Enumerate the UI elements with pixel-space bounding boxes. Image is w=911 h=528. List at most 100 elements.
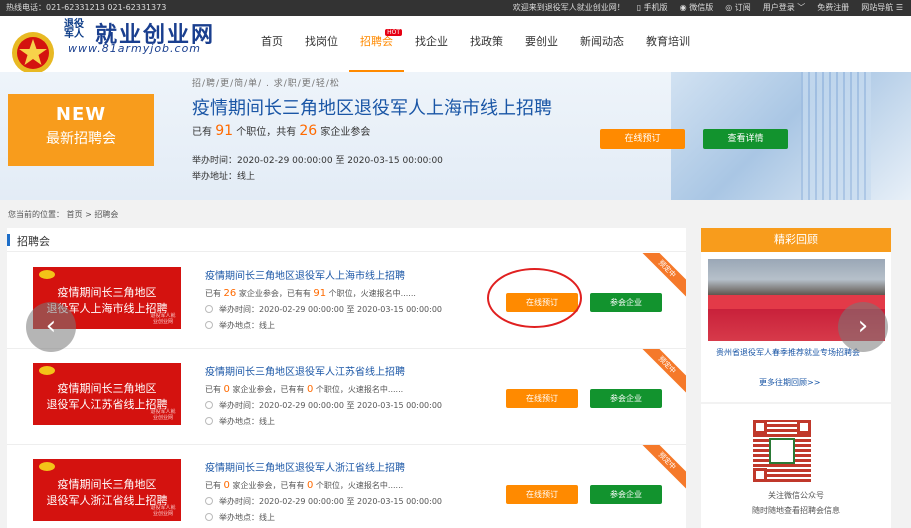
subscribe-link[interactable]: ◎ 订阅: [725, 0, 751, 16]
fair-stats-p1: 已有: [205, 385, 224, 394]
fair-info: 已有 26 家企业参会，已有有 91 个职位，火速报名中...... 举办时间：…: [205, 286, 442, 334]
nav-job-fairs-label: 招聘会: [360, 35, 393, 48]
thumb-logo-icon: [39, 366, 55, 375]
fair-time: 举办时间：2020-02-29 00:00:00 至 2020-03-15 00…: [219, 305, 443, 314]
new-fair-badge: NEW 最新招聘会: [8, 94, 154, 166]
location-icon: [205, 417, 213, 425]
new-sub-label: 最新招聘会: [46, 131, 116, 147]
wechat-link[interactable]: ◉ 微信版: [680, 0, 714, 16]
fair-time-row: 举办时间：2020-02-29 00:00:00 至 2020-03-15 00…: [205, 494, 442, 510]
fair-addr-row: 举办地点：线上: [205, 510, 442, 526]
top-links: 欢迎来到退役军人就业创业网！ ▯ 手机版 ◉ 微信版 ◎ 订阅 用户登录 ﹀ 免…: [513, 0, 903, 16]
more-reviews-link[interactable]: 更多往期回顾>>: [759, 377, 820, 388]
fair-addr: 举办地点：线上: [219, 513, 275, 522]
banner-book-button[interactable]: 在线预订: [600, 129, 685, 149]
nav-item-policies[interactable]: 找政策: [459, 16, 514, 72]
welcome-text: 欢迎来到退役军人就业创业网！: [512, 3, 625, 12]
logo-url: www.81armyjob.com: [68, 42, 202, 55]
banner-detail-button[interactable]: 查看详情: [703, 129, 788, 149]
qr-corner: [797, 420, 811, 434]
book-button[interactable]: 在线预订: [506, 485, 578, 504]
hotline-text: 热线电话：021-62331213 021-62331373: [6, 3, 167, 12]
banner-positions: 91: [215, 123, 234, 139]
qr-corner: [753, 468, 767, 482]
fair-stats-p3: 个职位，火速报名中......: [313, 481, 404, 490]
site-nav-link[interactable]: 网站导航 ☰: [861, 0, 903, 16]
clock-icon: [205, 401, 213, 409]
location-icon: [205, 321, 213, 329]
fair-title[interactable]: 疫情期间长三角地区退役军人浙江省线上招聘: [205, 459, 405, 474]
carousel-next-arrow-icon[interactable]: ›: [838, 302, 888, 352]
fair-item: 疫情期间长三角地区 退役军人浙江省线上招聘 退役军人就业创业网 疫情期间长三角地…: [7, 445, 686, 528]
menu-icon: ☰: [895, 3, 903, 12]
thumb-watermark: 退役军人就业创业网: [150, 313, 176, 325]
fair-title[interactable]: 疫情期间长三角地区退役军人江苏省线上招聘: [205, 363, 405, 378]
fair-company-count: 26: [223, 288, 237, 299]
main-nav: 首页 找岗位 招聘会 HOT 找企业 找政策 要创业 新闻动态 教育培训: [250, 16, 701, 72]
fair-time: 举办时间：2020-02-29 00:00:00 至 2020-03-15 00…: [219, 401, 443, 410]
fair-stats: 已有 0 家企业参会，已有有 0 个职位，火速报名中......: [205, 382, 442, 398]
nav-item-home[interactable]: 首页: [250, 16, 294, 72]
section-accent-bar: [7, 234, 10, 246]
star-emblem-logo[interactable]: [8, 30, 58, 76]
qr-text-follow: 关注微信公众号: [768, 491, 824, 500]
fair-position-count: 91: [313, 288, 327, 299]
nav-item-startup[interactable]: 要创业: [514, 16, 569, 72]
top-bar: 热线电话：021-62331213 021-62331373 欢迎来到退役军人就…: [0, 0, 911, 16]
status-ribbon: 预定中: [642, 445, 686, 489]
fair-addr-row: 举办地点：线上: [205, 318, 442, 334]
location-icon: [205, 513, 213, 521]
book-button[interactable]: 在线预订: [506, 389, 578, 408]
banner-count-prefix: 已有: [192, 127, 212, 138]
status-ribbon: 预定中: [642, 253, 686, 297]
fair-time-row: 举办时间：2020-02-29 00:00:00 至 2020-03-15 00…: [205, 302, 442, 318]
hot-badge: HOT: [385, 29, 402, 36]
fair-stats-p2: 家企业参会，已有有: [229, 385, 308, 394]
clock-icon: [205, 305, 213, 313]
qr-corner: [753, 420, 767, 434]
nav-item-training[interactable]: 教育培训: [635, 16, 701, 72]
banner-stats: 已有 91 个职位，共有 26 家企业参会: [192, 123, 370, 139]
banner-title[interactable]: 疫情期间长三角地区退役军人上海市线上招聘: [192, 94, 552, 120]
nav-item-jobs[interactable]: 找岗位: [294, 16, 349, 72]
sidebar: 精彩回顾 贵州省退役军人春季推荐就业专场招聘会 更多往期回顾>> 关注微信公众号…: [701, 228, 891, 528]
carousel-prev-arrow-icon[interactable]: ‹: [26, 302, 76, 352]
fair-thumbnail[interactable]: 疫情期间长三角地区 退役军人浙江省线上招聘 退役军人就业创业网: [33, 459, 181, 521]
banner-count-mid: 个职位，共有: [236, 127, 297, 138]
banner-slogan: 招/聘/更/简/单/ . 求/职/更/轻/松: [192, 79, 340, 89]
highlight-circle-annotation: [487, 268, 582, 328]
fair-info: 已有 0 家企业参会，已有有 0 个职位，火速报名中...... 举办时间：20…: [205, 382, 442, 430]
nav-item-companies[interactable]: 找企业: [404, 16, 459, 72]
status-ribbon: 预定中: [642, 349, 686, 393]
fair-list-panel: 招聘会 疫情期间长三角地区 退役军人上海市线上招聘 退役军人就业创业网 疫情期间…: [7, 228, 686, 528]
thumb-line1: 疫情期间长三角地区: [57, 286, 157, 299]
mobile-link[interactable]: ▯ 手机版: [637, 0, 668, 16]
clock-icon: [205, 497, 213, 505]
status-ribbon-label: 预定中: [642, 253, 686, 297]
login-dropdown[interactable]: 用户登录 ﹀: [763, 0, 806, 16]
qr-text-anytime: 随时随地查看招聘会信息: [752, 506, 840, 515]
login-label: 用户登录: [762, 3, 795, 12]
thumb-line1: 疫情期间长三角地区: [57, 382, 157, 395]
fair-thumbnail[interactable]: 疫情期间长三角地区 退役军人江苏省线上招聘 退役军人就业创业网: [33, 363, 181, 425]
thumb-watermark: 退役军人就业创业网: [150, 409, 176, 421]
thumb-watermark: 退役军人就业创业网: [150, 505, 176, 517]
banner-companies: 26: [299, 123, 318, 139]
fair-stats-p1: 已有: [205, 289, 224, 298]
fair-stats-p3: 个职位，火速报名中......: [326, 289, 416, 298]
register-link[interactable]: 免费注册: [817, 0, 849, 16]
building-windows-graphic: [801, 72, 871, 200]
section-header: 招聘会: [7, 228, 686, 252]
fair-title[interactable]: 疫情期间长三角地区退役军人上海市线上招聘: [205, 267, 405, 282]
new-label: NEW: [55, 104, 107, 125]
status-ribbon-label: 预定中: [642, 445, 686, 489]
site-nav-label: 网站导航: [861, 3, 894, 12]
banner-address: 举办地址：线上: [192, 172, 256, 182]
nav-item-job-fairs[interactable]: 招聘会 HOT: [349, 16, 404, 72]
subscribe-label: 订阅: [734, 3, 751, 12]
breadcrumb: 您当前的位置： 首页 > 招聘会: [8, 210, 119, 219]
nav-item-news[interactable]: 新闻动态: [569, 16, 635, 72]
qr-code-icon: [753, 420, 811, 482]
fair-stats-p3: 个职位，火速报名中......: [313, 385, 404, 394]
fair-stats-p2: 家企业参会，已有有: [236, 289, 314, 298]
